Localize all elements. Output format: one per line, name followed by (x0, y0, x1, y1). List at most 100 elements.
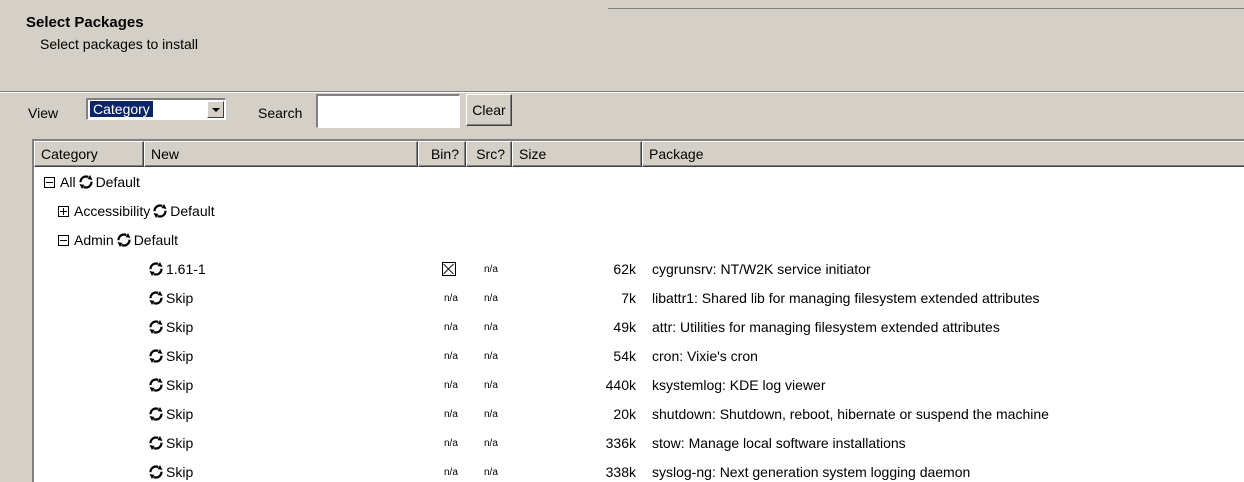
package-row[interactable]: Skip n/a n/a 20k shutdown: Shutdown, reb… (34, 400, 1244, 429)
cycle-icon[interactable] (148, 464, 164, 480)
cycle-icon[interactable] (78, 174, 94, 190)
tree-node: Admin Default (58, 226, 178, 255)
package-row[interactable]: Skip n/a n/a 49k attr: Utilities for man… (34, 313, 1244, 342)
package-row[interactable]: Skip n/a n/a 7k libattr1: Shared lib for… (34, 284, 1244, 313)
category-name: All (60, 174, 76, 190)
src-cell: n/a (484, 380, 498, 391)
expand-icon[interactable] (58, 206, 69, 217)
new-cell[interactable]: Skip (146, 342, 193, 371)
new-cell[interactable]: Skip (146, 371, 193, 400)
new-version: Skip (166, 290, 194, 306)
cycle-icon[interactable] (148, 377, 164, 393)
cycle-icon[interactable] (148, 348, 164, 364)
src-cell: n/a (484, 409, 498, 420)
cycle-icon[interactable] (148, 290, 164, 306)
view-dropdown-value[interactable]: Category (89, 100, 154, 118)
size-cell: 49k (613, 319, 636, 335)
new-version: Skip (166, 348, 194, 364)
package-cell: cron: Vixie's cron (652, 348, 758, 364)
column-header-package[interactable]: Package (642, 141, 1244, 167)
chevron-down-icon[interactable] (207, 101, 224, 118)
column-header-category[interactable]: Category (34, 141, 144, 167)
size-cell: 62k (613, 261, 636, 277)
package-cell: attr: Utilities for managing filesystem … (652, 319, 1000, 335)
new-cell[interactable]: Skip (146, 313, 193, 342)
package-cell: ksystemlog: KDE log viewer (652, 377, 826, 393)
cycle-icon[interactable] (148, 435, 164, 451)
tree-row-all[interactable]: All Default (34, 168, 1244, 197)
package-cell: syslog-ng: Next generation system loggin… (652, 464, 971, 480)
bin-cell: n/a (444, 351, 458, 362)
bin-cell: n/a (444, 409, 458, 420)
package-row[interactable]: Skip n/a n/a 336k stow: Manage local sof… (34, 429, 1244, 458)
toolbar: View Category Search Clear (0, 93, 1244, 133)
package-row[interactable]: Skip n/a n/a 54k cron: Vixie's cron (34, 342, 1244, 371)
bin-cell: n/a (444, 322, 458, 333)
collapse-icon[interactable] (58, 235, 69, 246)
new-version: 1.61-1 (166, 261, 206, 277)
search-input[interactable] (316, 94, 460, 128)
package-list[interactable]: Category New Bin? Src? Size Package All D… (32, 139, 1244, 482)
src-cell: n/a (484, 467, 498, 478)
size-cell: 338k (605, 464, 636, 480)
src-cell: n/a (484, 264, 498, 275)
bin-checkbox[interactable] (442, 262, 456, 276)
size-cell: 440k (605, 377, 636, 393)
header-panel: Select Packages Select packages to insta… (0, 0, 1244, 92)
bin-cell: n/a (444, 467, 458, 478)
bin-cell: n/a (444, 293, 458, 304)
category-action: Default (95, 174, 140, 190)
package-row[interactable]: Skip n/a n/a 440k ksystemlog: KDE log vi… (34, 371, 1244, 400)
src-cell: n/a (484, 351, 498, 362)
package-cell: shutdown: Shutdown, reboot, hibernate or… (652, 406, 1049, 422)
new-cell[interactable]: Skip (146, 400, 193, 429)
new-cell[interactable]: Skip (146, 284, 193, 313)
tree-node: Accessibility Default (58, 197, 215, 226)
category-action: Default (170, 203, 215, 219)
src-cell: n/a (484, 438, 498, 449)
cycle-icon[interactable] (152, 203, 168, 219)
cycle-icon[interactable] (148, 319, 164, 335)
src-cell: n/a (484, 322, 498, 333)
new-version: Skip (166, 464, 194, 480)
size-cell: 336k (605, 435, 636, 451)
category-action: Default (133, 232, 179, 248)
column-header-size[interactable]: Size (512, 141, 642, 167)
tree-row-admin[interactable]: Admin Default (34, 226, 1244, 255)
tree-row-accessibility[interactable]: Accessibility Default (34, 197, 1244, 226)
search-label: Search (258, 105, 303, 121)
header-divider (608, 8, 1244, 9)
column-header-src[interactable]: Src? (466, 141, 512, 167)
package-cell: libattr1: Shared lib for managing filesy… (652, 290, 1040, 306)
tree-node: All Default (44, 168, 140, 197)
collapse-icon[interactable] (44, 177, 55, 188)
new-version: Skip (166, 319, 194, 335)
new-cell[interactable]: Skip (146, 458, 193, 482)
view-dropdown[interactable]: Category (86, 98, 226, 120)
bin-cell: n/a (444, 438, 458, 449)
page-subtitle: Select packages to install (40, 36, 198, 52)
new-cell[interactable]: Skip (146, 429, 193, 458)
new-version: Skip (166, 377, 194, 393)
package-cell: stow: Manage local software installation… (652, 435, 906, 451)
cycle-icon[interactable] (116, 232, 132, 248)
cycle-icon[interactable] (148, 261, 164, 277)
size-cell: 54k (613, 348, 636, 364)
column-header-bin[interactable]: Bin? (418, 141, 466, 167)
category-name: Admin (74, 232, 114, 248)
package-cell: cygrunsrv: NT/W2K service initiator (652, 261, 871, 277)
category-name: Accessibility (74, 203, 151, 219)
bin-cell[interactable] (442, 255, 456, 284)
column-header-new[interactable]: New (144, 141, 418, 167)
page-title: Select Packages (26, 14, 144, 31)
new-version: Skip (166, 406, 194, 422)
clear-button[interactable]: Clear (466, 94, 512, 126)
view-label: View (28, 105, 59, 121)
package-row[interactable]: 1.61-1 n/a 62k cygrunsrv: NT/W2K service… (34, 255, 1244, 284)
new-cell[interactable]: 1.61-1 (146, 255, 206, 284)
new-version: Skip (166, 435, 194, 451)
size-cell: 7k (621, 290, 636, 306)
bin-cell: n/a (444, 380, 458, 391)
package-row[interactable]: Skip n/a n/a 338k syslog-ng: Next genera… (34, 458, 1244, 482)
cycle-icon[interactable] (148, 406, 164, 422)
